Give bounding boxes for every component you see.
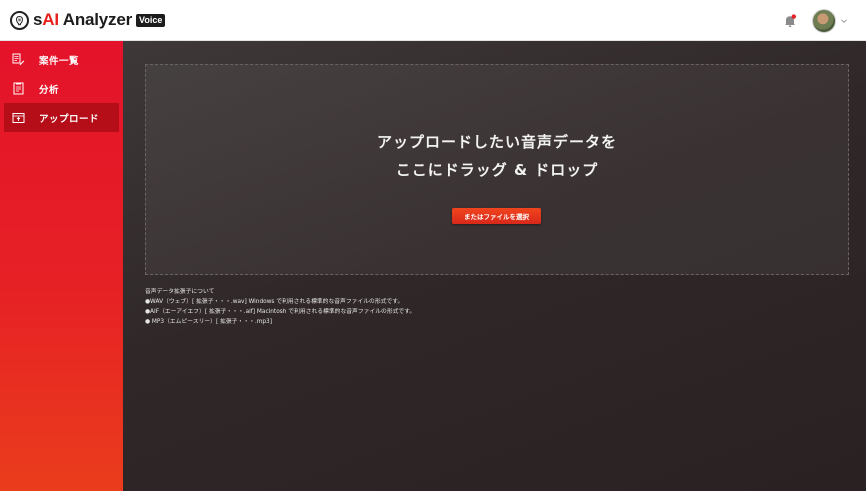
upload-icon	[12, 113, 25, 123]
extension-info-line: ● MP3（エムピースリー）[ 拡張子・・・.mp3]	[145, 319, 272, 325]
app-header: sAI Analyzer Voice	[0, 0, 866, 41]
app-logo[interactable]: sAI Analyzer Voice	[10, 10, 166, 30]
analysis-icon	[13, 82, 24, 95]
header-actions	[782, 0, 848, 41]
sidebar-item-analysis[interactable]: 分析	[4, 74, 119, 103]
extension-info-line: ●WAV（ウェブ）[ 拡張子・・・.wav] Windows で利用される標準的…	[145, 299, 404, 305]
select-file-button[interactable]: またはファイルを選択	[452, 208, 541, 224]
extension-info-heading: 音声データ拡張子について	[145, 289, 215, 295]
bell-icon[interactable]	[782, 13, 798, 29]
extension-info: 音声データ拡張子について ●WAV（ウェブ）[ 拡張子・・・.wav] Wind…	[145, 287, 415, 327]
extension-info-line: ●AIF（エーアイエフ）[ 拡張子・・・.aif] Macintosh で利用さ…	[145, 309, 416, 315]
upload-dropzone[interactable]: アップロードしたい音声データを ここにドラッグ & ドロップ またはファイルを選…	[145, 64, 849, 275]
logo-badge: Voice	[136, 13, 166, 27]
sidebar-item-upload[interactable]: アップロード	[4, 103, 119, 132]
sidebar-item-case-list[interactable]: 案件一覧	[4, 45, 119, 74]
dropzone-title-line2: ここにドラッグ & ドロップ	[395, 161, 599, 179]
sidebar-item-label: アップロード	[39, 113, 100, 125]
sidebar-item-label: 分析	[39, 84, 60, 96]
chevron-down-icon[interactable]	[840, 17, 848, 25]
main-content: アップロードしたい音声データを ここにドラッグ & ドロップ またはファイルを選…	[123, 41, 866, 491]
sidebar-item-label: 案件一覧	[39, 55, 80, 67]
logo-text: sAI Analyzer	[33, 10, 133, 29]
user-menu[interactable]	[812, 8, 848, 33]
user-avatar[interactable]	[812, 8, 836, 33]
case-list-icon	[12, 53, 25, 66]
dropzone-title-line1: アップロードしたい音声データを	[376, 133, 617, 151]
logo-mark-icon	[10, 10, 29, 30]
sidebar: 案件一覧 分析 アップロード	[0, 41, 123, 491]
